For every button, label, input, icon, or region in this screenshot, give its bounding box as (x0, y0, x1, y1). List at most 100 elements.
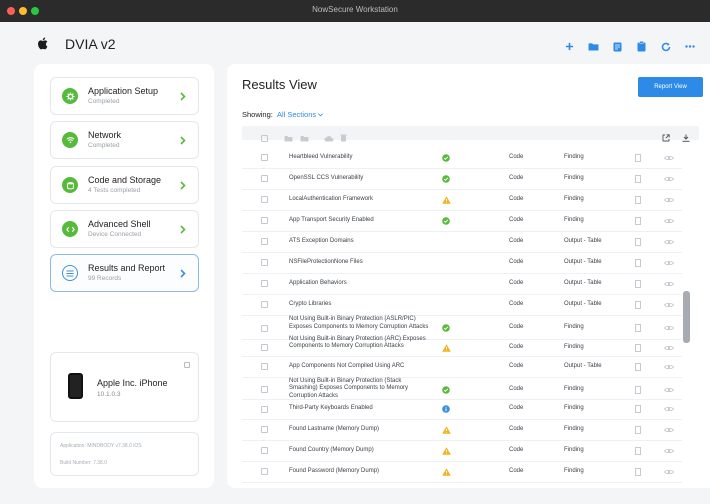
row-checkbox[interactable] (261, 301, 268, 308)
eye-icon[interactable] (664, 448, 674, 454)
clipboard-icon[interactable] (635, 40, 648, 53)
select-all-checkbox[interactable] (261, 129, 269, 142)
settings-icon[interactable] (184, 362, 190, 368)
row-checkbox[interactable] (261, 447, 268, 454)
row-checkbox[interactable] (261, 154, 268, 161)
table-row[interactable]: NSFileProtectionNone Files Code Output - T… (242, 252, 699, 273)
export-icon[interactable] (662, 129, 670, 142)
comment-icon[interactable] (635, 258, 641, 267)
table-row[interactable]: Not Using Built-in Binary Protection (St… (242, 378, 699, 399)
table-row[interactable]: OpenSSL CCS Vulnerability Code Finding (242, 168, 699, 189)
table-row[interactable]: Crypto Libraries Code Output - Table (242, 294, 699, 315)
eye-icon[interactable] (664, 155, 674, 161)
table-row[interactable]: Found Country (Memory Dump) Code Finding (242, 440, 699, 461)
report-view-button[interactable]: Report View (638, 77, 703, 97)
eye-icon[interactable] (664, 302, 674, 308)
eye-icon[interactable] (664, 345, 674, 351)
showing-value[interactable]: All Sections (277, 110, 316, 119)
sidebar-item-title: Application Setup (88, 85, 159, 96)
table-row[interactable]: App Transport Security Enabled Code Findin… (242, 210, 699, 231)
sidebar-item-code-and-storage[interactable]: Code and Storage 4 Tests completed (50, 166, 199, 204)
device-card[interactable]: Apple Inc. iPhone 10.1.0.3 (50, 352, 199, 422)
eye-icon[interactable] (664, 364, 674, 370)
trash-icon[interactable] (340, 129, 348, 142)
plus-icon[interactable] (563, 40, 576, 53)
chevron-down-icon[interactable] (318, 113, 324, 117)
eye-icon[interactable] (664, 239, 674, 245)
comment-icon[interactable] (635, 385, 641, 394)
sidebar-item-network[interactable]: Network Completed (50, 121, 199, 159)
table-row[interactable]: Not Using Built-in Binary Protection (AR… (242, 336, 699, 356)
comment-icon[interactable] (635, 405, 641, 413)
comment-icon[interactable] (635, 362, 641, 371)
eye-icon[interactable] (664, 176, 674, 182)
row-checkbox[interactable] (261, 196, 268, 203)
sidebar-item-application-setup[interactable]: Application Setup Completed (50, 77, 199, 115)
sidebar-item-results-and-report[interactable]: Results and Report 99 Records (50, 254, 199, 292)
refresh-icon[interactable] (659, 40, 672, 53)
eye-icon[interactable] (664, 427, 674, 433)
row-title: Application Behaviors (289, 279, 347, 286)
comment-icon[interactable] (635, 467, 641, 476)
row-type: Finding (564, 405, 584, 411)
table-row[interactable]: Application Behaviors Code Output - Table (242, 273, 699, 294)
section-filter[interactable]: Showing: All Sections (242, 110, 324, 119)
eye-icon[interactable] (664, 218, 674, 224)
comment-icon[interactable] (635, 324, 641, 332)
row-checkbox[interactable] (261, 175, 268, 182)
cloud-upload-icon[interactable] (324, 129, 334, 142)
row-checkbox[interactable] (261, 324, 268, 332)
sidebar-item-subtitle: Completed (88, 97, 120, 105)
info-icon (442, 405, 450, 413)
row-checkbox[interactable] (261, 217, 268, 224)
row-checkbox[interactable] (261, 238, 268, 245)
more-icon[interactable] (683, 40, 696, 53)
sidebar-item-advanced-shell[interactable]: Advanced Shell Device Connected (50, 210, 199, 248)
row-checkbox[interactable] (261, 468, 268, 475)
eye-icon[interactable] (664, 469, 674, 475)
row-checkbox[interactable] (261, 280, 268, 287)
folder-icon[interactable] (284, 129, 293, 142)
table-row[interactable]: LocalAuthentication Framework Code Finding (242, 189, 699, 210)
row-checkbox[interactable] (261, 405, 268, 413)
row-title: Third-Party Keyboards Enabled (289, 405, 373, 412)
row-title: NSFileProtectionNone Files (289, 258, 363, 265)
comment-icon[interactable] (635, 446, 641, 455)
eye-icon[interactable] (664, 406, 674, 412)
row-checkbox[interactable] (261, 363, 268, 370)
table-row[interactable]: Heartbleed Vulnerability Code Finding (242, 147, 699, 168)
document-icon[interactable] (611, 40, 624, 53)
row-checkbox[interactable] (261, 426, 268, 433)
row-checkbox[interactable] (261, 259, 268, 266)
table-row[interactable]: Found Password (Memory Dump) Code Finding (242, 461, 699, 482)
comment-icon[interactable] (635, 343, 641, 352)
download-icon[interactable] (682, 129, 690, 142)
comment-icon[interactable] (635, 174, 641, 183)
eye-icon[interactable] (664, 387, 674, 393)
folder-icon[interactable] (587, 40, 600, 53)
comment-icon[interactable] (635, 216, 641, 225)
comment-icon[interactable] (635, 195, 641, 204)
phone-icon (68, 373, 83, 399)
row-checkbox[interactable] (261, 386, 268, 393)
comment-icon[interactable] (635, 237, 641, 246)
eye-icon[interactable] (664, 325, 674, 331)
table-row[interactable]: Third-Party Keyboards Enabled Code Finding (242, 399, 699, 419)
comment-icon[interactable] (635, 279, 641, 288)
comment-icon[interactable] (635, 300, 641, 309)
comment-icon[interactable] (635, 425, 641, 434)
build-number: Build Number: 7.38.0 (60, 460, 107, 466)
table-row[interactable]: ATS Exception Domains Code Output - Table (242, 231, 699, 252)
table-scrollbar[interactable] (683, 291, 690, 343)
folder-open-icon[interactable] (300, 129, 309, 142)
results-panel: Results View Report View Showing: All Se… (227, 64, 710, 488)
table-row[interactable]: App Components Not Compiled Using ARC Cod… (242, 356, 699, 377)
eye-icon[interactable] (664, 281, 674, 287)
comment-icon[interactable] (635, 153, 641, 162)
eye-icon[interactable] (664, 260, 674, 266)
table-row[interactable]: Found Lastname (Memory Dump) Code Finding (242, 419, 699, 440)
row-checkbox[interactable] (261, 344, 268, 351)
row-type: Finding (564, 467, 584, 474)
window-titlebar: NowSecure Workstation (0, 0, 710, 22)
eye-icon[interactable] (664, 197, 674, 203)
